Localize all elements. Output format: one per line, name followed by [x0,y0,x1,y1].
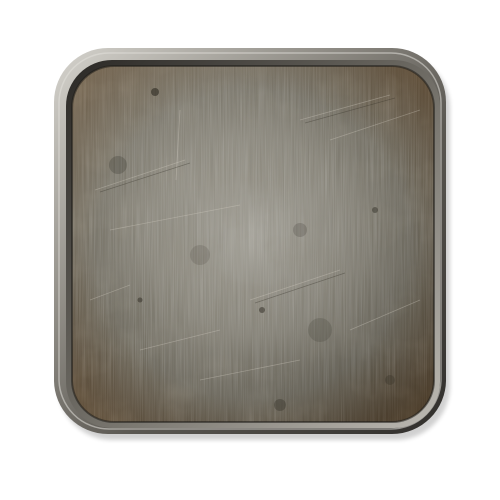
icon-canvas [0,0,500,500]
plate-surface [72,66,434,422]
metal-plate-icon [54,48,450,440]
